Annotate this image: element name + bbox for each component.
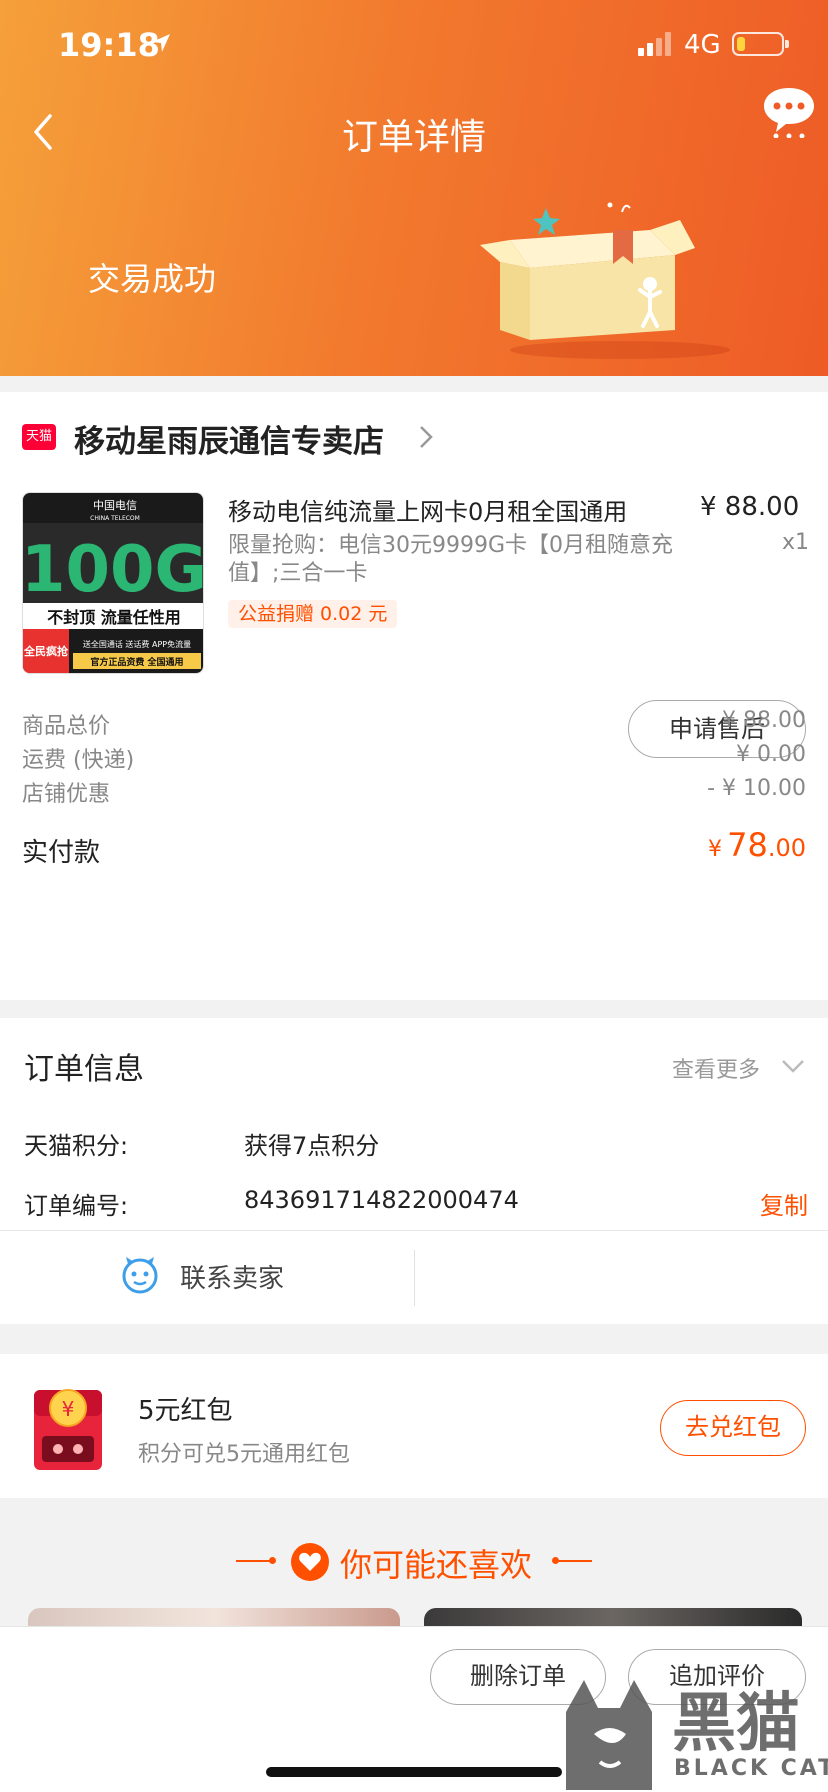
info-row-points: 天猫积分: 获得7点积分 [24, 1126, 808, 1166]
paid-label: 实付款 [22, 838, 101, 868]
chevron-right-icon[interactable] [418, 424, 434, 450]
product-line1: 送全国通话 送话费 APP免流量 [83, 639, 191, 649]
red-packet-subtitle: 积分可兑5元通用红包 [138, 1442, 350, 1467]
summary-label: 店铺优惠 [22, 782, 111, 807]
chat-face-icon [122, 1257, 158, 1294]
recommend-item-image[interactable] [424, 1608, 802, 1628]
order-status: 交易成功 [88, 260, 217, 298]
red-packet-icon: ¥ [34, 1389, 102, 1470]
order-info-title: 订单信息 [24, 1052, 144, 1087]
watermark-subtext: BLACK CAT [674, 1756, 828, 1781]
product-price: ¥ 88.00 [700, 492, 800, 522]
chevron-down-icon[interactable] [780, 1058, 806, 1074]
product-title[interactable]: 移动电信纯流量上网卡0月租全国通用 [228, 492, 688, 527]
cat-logo-icon [566, 1680, 652, 1790]
more-menu-icon[interactable] [762, 84, 816, 138]
watermark-text: 黑猫 [672, 1687, 800, 1761]
summary-label: 商品总价 [22, 714, 111, 739]
red-packet-title: 5元红包 [138, 1396, 233, 1426]
battery-icon [732, 32, 789, 56]
order-header: 19:18 4G 订单详情 交易成功 [0, 0, 828, 376]
decor-line-left [236, 1557, 276, 1564]
info-row-order-number: 订单编号: 843691714822000474 复制 [24, 1186, 808, 1226]
status-bar: 19:18 4G [0, 0, 828, 90]
product-line2: 官方正品资费 全国通用 [90, 656, 183, 668]
order-product-card: 天猫 移动星雨辰通信专卖店 中国电信 CHINA TELECOM 100G 不封… [0, 392, 828, 1000]
summary-row-discount: 店铺优惠 - ¥ 10.00 [22, 776, 806, 812]
info-label: 天猫积分: [24, 1132, 129, 1160]
summary-label: 运费 (快递) [22, 748, 135, 773]
recommend-item-image[interactable] [28, 1608, 400, 1628]
watermark: 黑猫 BLACK CAT [554, 1672, 828, 1790]
info-value: 获得7点积分 [244, 1132, 380, 1160]
info-label: 订单编号: [24, 1192, 129, 1220]
copy-button[interactable]: 复制 [760, 1186, 808, 1221]
paid-decimal: .00 [767, 834, 806, 862]
shop-name[interactable]: 移动星雨辰通信专卖店 [74, 416, 384, 461]
recommend-title: 你可能还喜欢 [340, 1546, 533, 1584]
page-title: 订单详情 [341, 117, 486, 158]
charity-tag: 公益捐赠 0.02 元 [228, 600, 398, 628]
contact-seller-label: 联系卖家 [180, 1264, 285, 1294]
product-image-art: 中国电信 CHINA TELECOM 100G 不封顶 流量任性用 全民疯抢 送… [23, 493, 204, 673]
signal-icon [638, 32, 671, 56]
product-brand-en: CHINA TELECOM [90, 515, 140, 522]
paid-currency: ¥ [708, 837, 723, 862]
summary-row-shipping: 运费 (快递) ¥ 0.00 [22, 742, 806, 778]
summary-row-total: 商品总价 ¥ 88.00 [22, 708, 806, 744]
product-brand-text: 中国电信 [93, 499, 137, 512]
heart-icon [291, 1543, 329, 1581]
recommend-header: 你可能还喜欢 [0, 1536, 828, 1586]
summary-value: - ¥ 10.00 [707, 776, 806, 801]
svg-text:¥: ¥ [62, 1397, 75, 1421]
product-spec: 限量抢购：电信30元9999G卡【0月租随意充值】;三合一卡 [228, 533, 674, 586]
product-slogan: 不封顶 流量任性用 [47, 608, 181, 627]
summary-value: ¥ 88.00 [722, 708, 806, 733]
location-arrow-icon [152, 34, 170, 52]
product-corner-text: 全民疯抢 [23, 644, 69, 658]
paid-integer: 78 [727, 826, 768, 864]
contact-seller-button[interactable]: 联系卖家 [0, 1230, 414, 1324]
decor-line-right [552, 1557, 592, 1564]
tmall-badge: 天猫 [22, 424, 56, 450]
redeem-red-packet-button[interactable]: 去兑红包 [660, 1400, 806, 1456]
order-info-card: 订单信息 查看更多 天猫积分: 获得7点积分 订单编号: 84369171482… [0, 1018, 828, 1324]
order-number: 843691714822000474 [244, 1186, 519, 1214]
network-type: 4G [684, 30, 721, 60]
package-box-illustration [480, 202, 730, 359]
home-indicator[interactable] [266, 1767, 562, 1777]
vertical-divider [414, 1250, 415, 1306]
paid-amount-row: 实付款 ¥ 78.00 [22, 826, 806, 872]
product-image[interactable]: 中国电信 CHINA TELECOM 100G 不封顶 流量任性用 全民疯抢 送… [22, 492, 204, 674]
summary-value: ¥ 0.00 [736, 742, 806, 767]
product-quantity: x1 [782, 530, 810, 555]
paid-amount: ¥ 78.00 [708, 826, 806, 864]
status-time: 19:18 [58, 26, 160, 64]
red-packet-card: ¥ 5元红包 积分可兑5元通用红包 去兑红包 [0, 1354, 828, 1498]
see-more-link[interactable]: 查看更多 [672, 1052, 760, 1084]
product-big-text: 100G [23, 533, 204, 607]
